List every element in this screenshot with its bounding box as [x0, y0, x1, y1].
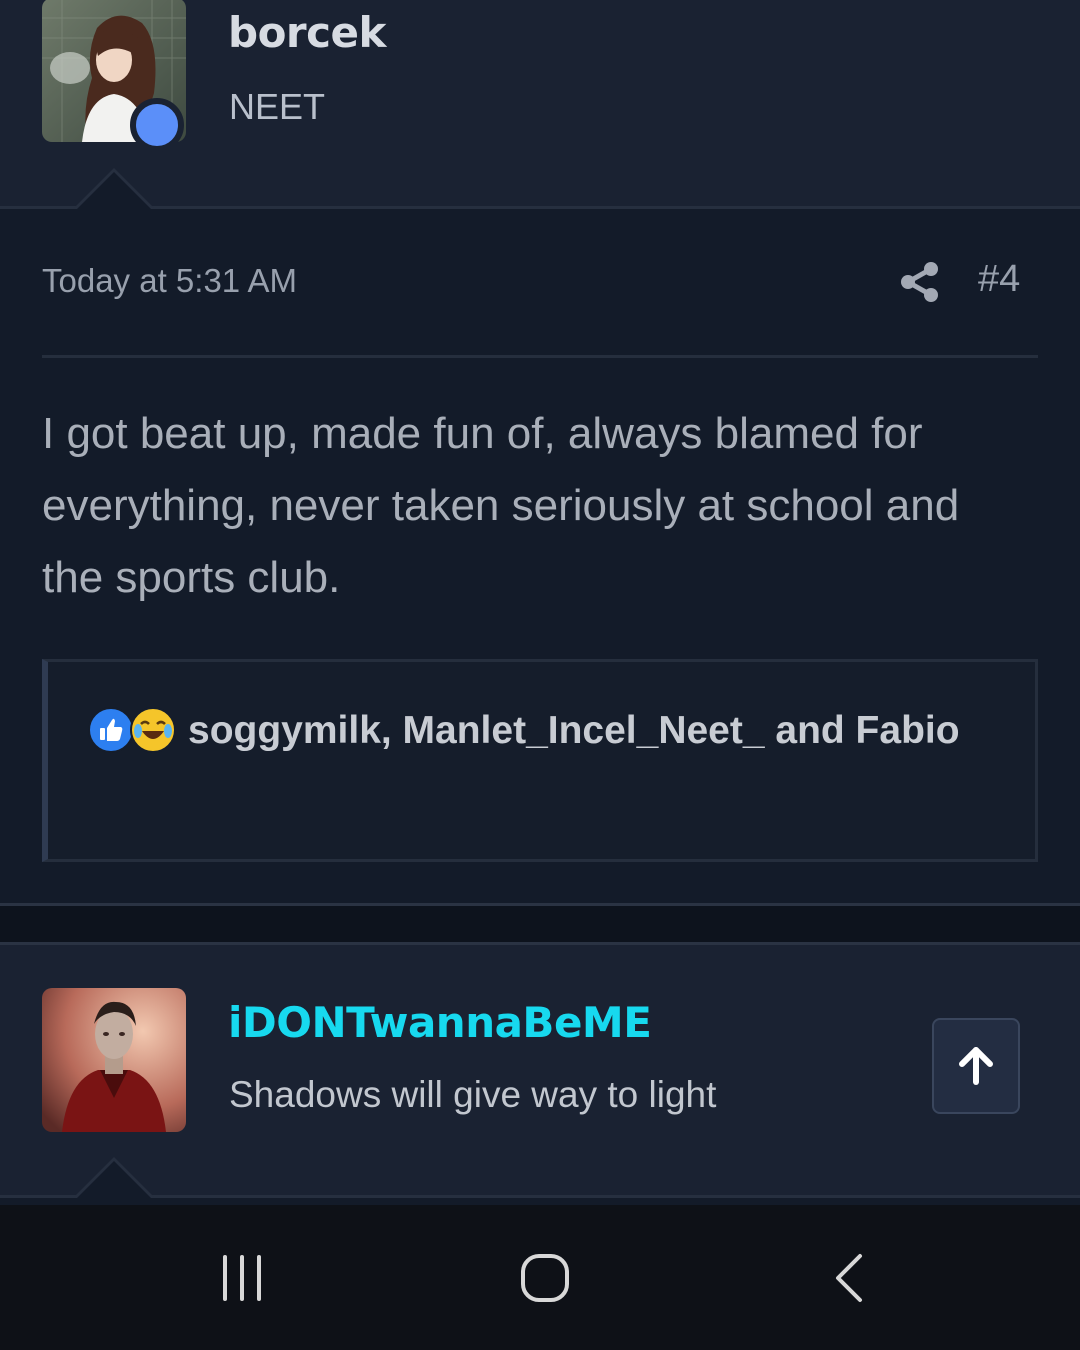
post-author[interactable]: borcek: [228, 8, 386, 57]
post-separator: [0, 906, 1080, 943]
divider: [42, 355, 1038, 358]
post-date[interactable]: Today at 5:31 AM: [42, 262, 297, 300]
header-pointer-fill: [77, 172, 151, 209]
home-icon[interactable]: [510, 1247, 580, 1309]
reactions-bar[interactable]: soggymilk, Manlet_Incel_Neet_ and Fabio: [42, 659, 1038, 862]
scroll-to-top-button[interactable]: [932, 1018, 1020, 1114]
back-icon[interactable]: [813, 1247, 883, 1309]
divider: [0, 1195, 1080, 1198]
online-status-dot: [130, 98, 184, 152]
post-body: I got beat up, made fun of, always blame…: [42, 409, 960, 602]
system-nav-bar: [0, 1205, 1080, 1350]
reaction-users[interactable]: soggymilk, Manlet_Incel_Neet_ and Fabio: [88, 700, 988, 762]
avatar[interactable]: [42, 988, 186, 1132]
header-pointer-fill: [77, 1161, 151, 1198]
divider: [0, 206, 1080, 209]
post-number[interactable]: #4: [978, 258, 1020, 301]
author-title: Shadows will give way to light: [229, 1074, 717, 1115]
laugh-tears-icon: [130, 707, 176, 753]
share-icon[interactable]: [898, 260, 942, 304]
arrow-up-icon: [959, 1047, 993, 1085]
author-title: NEET: [229, 86, 326, 127]
recent-apps-icon[interactable]: [207, 1247, 277, 1309]
post-author[interactable]: iDONTwannaBeME: [228, 998, 652, 1047]
thread-page: borcek NEET Today at 5:31 AM #4 I got be…: [0, 0, 1080, 1350]
